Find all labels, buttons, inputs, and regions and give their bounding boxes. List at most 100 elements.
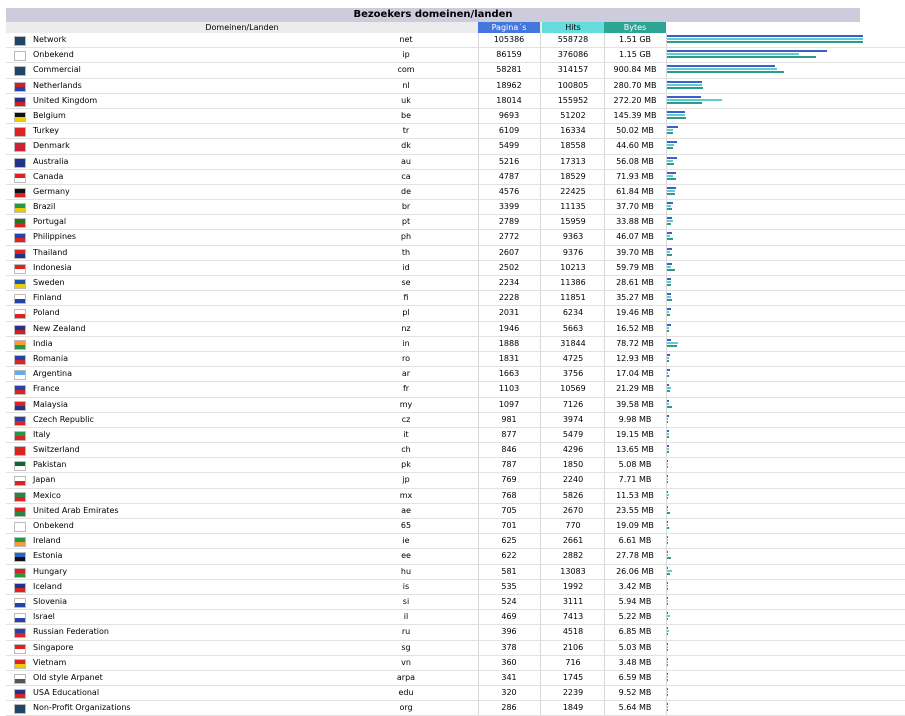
column-divider: [540, 321, 541, 336]
hits-value: 10213: [560, 262, 586, 272]
domain-name: Canada: [33, 171, 64, 181]
bytes-bar: [667, 648, 668, 651]
hits-bar: [667, 113, 685, 116]
flag-ca-icon: [14, 172, 26, 183]
column-divider: [604, 215, 605, 230]
unknown-icon: [14, 522, 26, 532]
column-divider: [540, 655, 541, 670]
column-divider: [604, 610, 605, 625]
hits-bar: [667, 432, 669, 435]
column-divider: [604, 321, 605, 336]
column-divider: [478, 245, 479, 260]
domain-code: au: [401, 156, 411, 166]
pages-value: 378: [501, 642, 517, 652]
pages-bar: [667, 551, 668, 554]
column-divider: [604, 473, 605, 488]
column-divider: [478, 519, 479, 534]
column-divider: [478, 139, 479, 154]
pages-value: 2228: [498, 293, 520, 303]
domain-code: net: [399, 35, 413, 44]
domain-name: United Arab Emirates: [33, 505, 119, 515]
bytes-value: 272.20 MB: [613, 95, 657, 105]
pages-value: 701: [501, 521, 517, 530]
domain-name: Onbekend: [33, 521, 74, 530]
domain-name: Network: [33, 35, 67, 44]
hits-bar: [667, 630, 669, 633]
row-bars: [667, 171, 676, 181]
column-divider: [478, 169, 479, 184]
table-row: Poland pl 2031 6234 19.46 MB: [6, 306, 905, 322]
pages-value: 360: [501, 657, 517, 667]
domain-name: France: [33, 384, 60, 394]
domain-name: Vietnam: [33, 657, 67, 667]
table-row: Onbekend 65 701 770 19.09 MB: [6, 519, 905, 535]
column-divider: [604, 458, 605, 473]
domain-code: cz: [401, 414, 411, 424]
column-divider: [478, 230, 479, 245]
bytes-value: 23.55 MB: [616, 505, 654, 515]
domain-code: edu: [398, 688, 414, 698]
pages-value: 396: [501, 627, 517, 637]
bytes-bar: [667, 405, 672, 408]
bytes-value: 1.15 GB: [618, 50, 652, 60]
column-divider: [540, 169, 541, 184]
hits-bar: [667, 448, 669, 451]
pages-bar: [667, 50, 827, 53]
bytes-value: 28.61 MB: [616, 278, 654, 287]
flag-pt-icon: [14, 218, 26, 229]
flag-ch-icon: [14, 446, 26, 457]
hits-bar: [667, 235, 670, 238]
row-bars: [667, 521, 669, 530]
domain-name: Argentina: [33, 369, 73, 379]
table-row: Iceland is 535 1992 3.42 MB: [6, 579, 905, 595]
table-row: Italy it 877 5479 19.15 MB: [6, 427, 905, 444]
bytes-bar: [667, 587, 668, 590]
column-divider: [604, 139, 605, 154]
table-row: Netherlands nl 18962 100805 280.70 MB: [6, 78, 905, 94]
bytes-bar: [667, 314, 670, 317]
hits-value: 16334: [560, 126, 586, 136]
pages-bar: [667, 475, 668, 478]
column-divider: [604, 549, 605, 564]
row-bars: [667, 566, 672, 576]
flag-pk-icon: [14, 461, 26, 472]
bytes-bar: [667, 359, 669, 362]
flag-fr-icon: [14, 385, 26, 396]
table-row: France fr 1103 10569 21.29 MB: [6, 382, 905, 398]
column-divider: [540, 78, 541, 93]
pages-value: 981: [501, 414, 517, 424]
row-bars: [667, 505, 670, 515]
hits-value: 376086: [557, 50, 589, 60]
flag-hu-icon: [14, 567, 26, 578]
column-divider: [478, 33, 479, 48]
domain-name: Singapore: [33, 642, 74, 652]
table-row: Pakistan pk 787 1850 5.08 MB: [6, 458, 905, 474]
hits-value: 17313: [560, 156, 586, 166]
pages-bar: [667, 521, 668, 523]
table-row: Singapore sg 378 2106 5.03 MB: [6, 640, 905, 656]
hits-value: 51202: [560, 110, 586, 120]
column-divider: [540, 230, 541, 245]
pages-bar: [667, 247, 672, 250]
column-divider: [478, 321, 479, 336]
hits-bar: [667, 83, 702, 86]
column-divider: [478, 443, 479, 458]
pages-value: 1097: [498, 399, 520, 409]
bytes-bar: [667, 451, 669, 454]
pages-value: 469: [501, 612, 517, 622]
domain-name: United Kingdom: [33, 95, 98, 105]
row-bars: [667, 414, 669, 424]
row-bars: [667, 232, 673, 241]
pages-bar: [667, 186, 676, 189]
column-divider: [478, 549, 479, 564]
flag-vn-icon: [14, 658, 26, 669]
table-row: Ireland ie 625 2661 6.61 MB: [6, 534, 905, 550]
hits-bar: [667, 341, 678, 344]
hits-value: 314157: [557, 65, 589, 75]
row-bars: [667, 536, 668, 545]
hits-value: 4518: [562, 627, 584, 637]
report-title: Bezoekers domeinen/landen: [6, 8, 860, 22]
bytes-value: 39.70 MB: [616, 247, 654, 257]
table-row: Denmark dk 5499 18558 44.60 MB: [6, 139, 905, 155]
domain-name: Netherlands: [33, 80, 82, 90]
